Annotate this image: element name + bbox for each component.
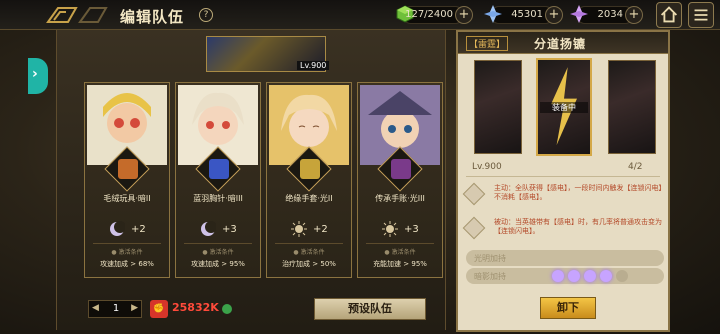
equipped-badge: 装备中 (540, 102, 588, 113)
divider (366, 243, 434, 244)
divider (184, 243, 252, 244)
light-bonus-label: 光明加持 (474, 254, 506, 263)
preset-team-button[interactable]: 预设队伍 (314, 298, 426, 320)
bonus-orb-icon (584, 270, 596, 282)
next-team-button[interactable]: ▶ (131, 303, 138, 313)
team-index-stepper[interactable]: ◀ 1 ▶ (88, 300, 142, 318)
bonus-orb-icon (616, 270, 628, 282)
activation-condition: ● 激活条件 (202, 249, 234, 256)
star-count: 4/2 (628, 162, 643, 172)
crystal-value: 45301 (511, 9, 543, 20)
bonus-text: 充能加速 > 95% (373, 260, 427, 268)
fist-icon: ✊ (150, 300, 168, 318)
equipment-icon-2 (209, 159, 229, 179)
equipment-icon-3 (300, 159, 320, 179)
light-bonus-row: 光明加持 (466, 250, 664, 266)
add-premium-button[interactable]: + (625, 6, 643, 24)
bonus-orb-icon (600, 270, 612, 282)
element-tag: 【雷霆】 (466, 36, 509, 51)
moon-icon (201, 221, 216, 236)
premium-value: 2034 (597, 9, 623, 20)
power-status-icon (222, 304, 232, 314)
page-title: 编辑队伍 (120, 8, 185, 26)
resource-energy: 127/2400 + (396, 5, 473, 24)
bonus-text: 治疗加成 > 50% (282, 260, 336, 268)
equipment-icon-4 (391, 159, 411, 179)
blue-crystal-icon (484, 5, 502, 23)
home-button[interactable] (656, 2, 682, 28)
activation-condition: ● 激活条件 (293, 249, 325, 256)
team-card-4[interactable]: 传承手账·光III +3 ● 激活条件 充能加速 > 95% (357, 82, 443, 278)
menu-button[interactable] (688, 2, 714, 28)
active-skill: 主动：全队获得【感电】，一段时间内触发【连锁闪电】不消耗【感电】。 (462, 182, 662, 212)
moon-icon (110, 221, 125, 236)
equipment-name: 毛绒玩具·暗II (103, 194, 151, 203)
equipment-art-left[interactable] (474, 60, 522, 154)
team-power: ✊ 25832K (150, 300, 236, 318)
purple-crystal-icon (570, 5, 588, 23)
side-expand-tab[interactable]: › (28, 58, 48, 94)
help-icon[interactable]: ? (199, 8, 213, 22)
resource-premium: 2034 + (570, 5, 643, 24)
active-skill-icon (462, 182, 486, 206)
equipment-icon-1 (118, 159, 138, 179)
energy-value: 127/2400 (405, 9, 453, 20)
activation-condition: ● 激活条件 (111, 249, 143, 256)
side-tab-arrow: › (32, 66, 38, 82)
divider (93, 243, 161, 244)
team-card-1[interactable]: 毛绒玩具·暗II +2 ● 激活条件 攻速加成 > 68% (84, 82, 170, 278)
bonus-text: 攻速加成 > 68% (100, 260, 154, 268)
game-screen: 编辑队伍 ? 127/2400 + 45301 + 2034 + › Lv.90… (0, 0, 720, 334)
activation-condition: ● 激活条件 (384, 249, 416, 256)
home-icon (660, 6, 678, 23)
divider (275, 243, 343, 244)
passive-skill-icon (462, 216, 486, 240)
bonus-orb-icon (552, 270, 564, 282)
add-crystal-button[interactable]: + (545, 6, 563, 24)
equipment-detail-panel: 【雷霆】 分道扬镳 装备中 Lv.900 4/2 主动：全队获得【感电】，一段时… (456, 30, 670, 332)
bonus-value: +2 (313, 224, 328, 235)
passive-skill: 被动：当英雄带有【感电】时，有几率将普通攻击变为【连锁闪电】。 (462, 216, 662, 246)
bonus-value: +2 (131, 224, 146, 235)
bonus-orb-icon (568, 270, 580, 282)
equipment-name: 蓝羽胸针·暗III (193, 194, 243, 203)
equipment-name: 绝缘手套·光II (285, 194, 333, 203)
menu-icon (694, 9, 708, 21)
dark-bonus-row: 暗影加持 (466, 268, 664, 284)
equipment-title: 分道扬镳 (534, 37, 587, 51)
add-energy-button[interactable]: + (455, 6, 473, 24)
bonus-text: 攻速加成 > 95% (191, 260, 245, 268)
team-card-3[interactable]: 绝缘手套·光II +2 ● 激活条件 治疗加成 > 50% (266, 82, 352, 278)
equipment-level: Lv.900 (472, 162, 502, 172)
banner-level: Lv.900 (297, 61, 330, 70)
sun-icon (382, 221, 398, 237)
power-value: 25832K (172, 301, 219, 314)
sun-icon (291, 221, 307, 237)
equipment-art-right[interactable] (608, 60, 656, 154)
bonus-value: +3 (222, 224, 237, 235)
dark-bonus-label: 暗影加持 (474, 272, 506, 281)
back-logo-icon[interactable] (46, 6, 108, 24)
resource-crystal: 45301 + (484, 5, 563, 24)
active-skill-text: 主动：全队获得【感电】，一段时间内触发【连锁闪电】不消耗【感电】。 (494, 184, 662, 201)
team-card-2[interactable]: 蓝羽胸针·暗III +3 ● 激活条件 攻速加成 > 95% (175, 82, 261, 278)
equipment-name: 传承手账·光III (375, 194, 425, 203)
unequip-button[interactable]: 卸下 (540, 297, 596, 319)
passive-skill-text: 被动：当英雄带有【感电】时，有几率将普通攻击变为【连锁闪电】。 (494, 218, 662, 235)
divider (466, 176, 660, 177)
bonus-value: +3 (404, 224, 419, 235)
